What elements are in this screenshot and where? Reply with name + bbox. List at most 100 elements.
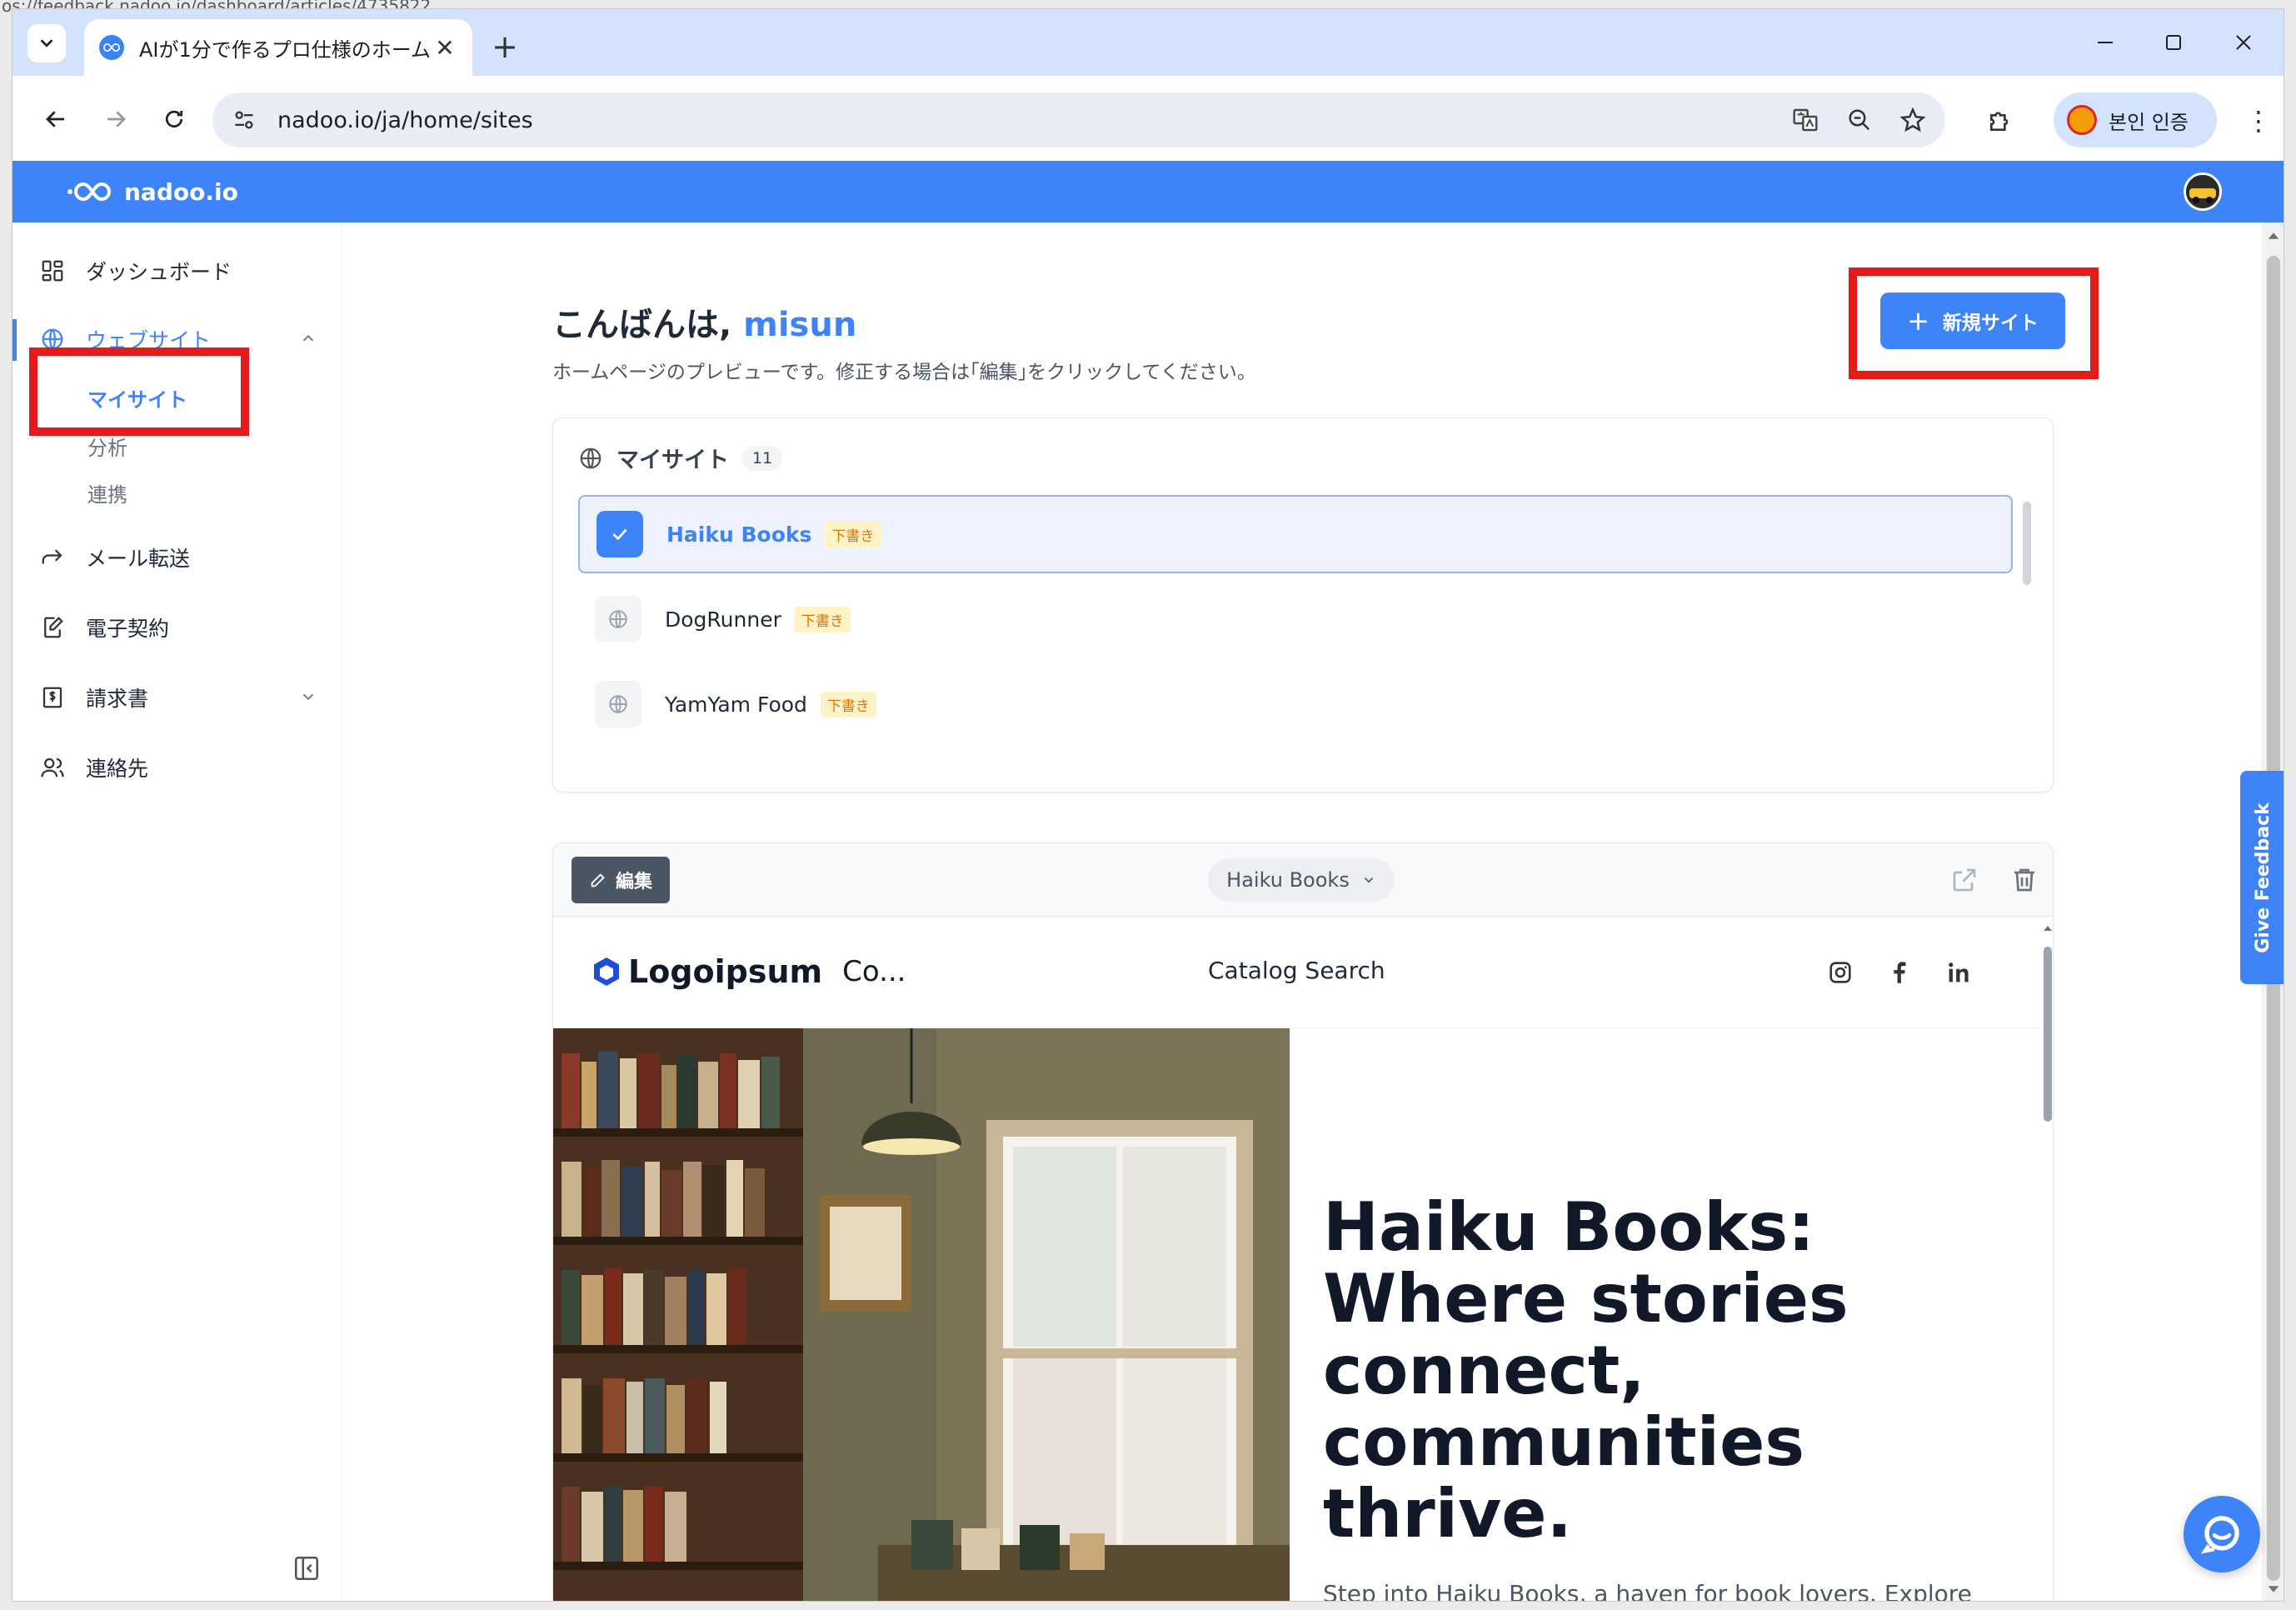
preview-scrollbar[interactable] — [2041, 917, 2054, 1601]
site-count-badge: 11 — [742, 445, 783, 471]
pencil-icon — [591, 873, 605, 888]
draft-badge: 下書き — [820, 691, 876, 718]
users-icon — [37, 752, 67, 782]
my-sites-card: マイサイト 11 Haiku Books 下書き DogRunner 下書き Y… — [552, 418, 2054, 792]
site-list-scrollbar[interactable] — [2023, 502, 2031, 585]
forward-button[interactable] — [92, 96, 139, 142]
scroll-up-arrow-icon[interactable] — [2265, 228, 2282, 244]
chat-button[interactable] — [2184, 1496, 2260, 1572]
document-edit-icon — [37, 612, 67, 642]
give-feedback-tab[interactable]: Give Feedback — [2240, 771, 2284, 984]
globe-icon — [595, 681, 641, 728]
logoipsum-mark-icon — [594, 958, 619, 986]
invoice-icon — [37, 682, 67, 712]
sidebar-item-label: 請求書 — [86, 687, 149, 711]
chevron-down-icon — [1364, 878, 1373, 883]
sidebar-item-mail-forwarding[interactable]: メール転送 — [12, 531, 342, 584]
hero-text: Step into Haiku Books, a haven for book … — [1323, 1580, 1972, 1602]
page-subtitle: ホームページのプレビューです。修正する場合は｢編集｣をクリックしてください。 — [552, 362, 1256, 383]
url-text[interactable]: nadoo.io/ja/home/sites — [277, 108, 1764, 133]
collapse-sidebar-icon[interactable] — [292, 1554, 321, 1582]
site-row-dogrunner[interactable]: DogRunner 下書き — [578, 580, 2013, 658]
new-tab-button[interactable]: + — [484, 26, 526, 68]
sidebar-item-label: 電子契約 — [86, 617, 170, 641]
sidebar-item-dashboard[interactable]: ダッシュボード — [12, 244, 342, 298]
forward-arrow-icon — [37, 542, 67, 572]
site-name: DogRunner — [665, 607, 781, 632]
plus-icon: + — [1907, 305, 1929, 337]
logo-text: Logoipsum — [628, 953, 823, 990]
preview-scroll-thumb[interactable] — [2044, 947, 2052, 1122]
tab-search-button[interactable] — [27, 24, 66, 62]
nav-link-catalog-search[interactable]: Catalog Search — [1208, 957, 1385, 984]
brand-logo[interactable]: nadoo.io — [67, 161, 238, 222]
draft-badge: 下書き — [794, 606, 851, 632]
close-tab-icon[interactable]: ✕ — [432, 34, 457, 62]
browser-menu-button[interactable]: ⋮ — [2242, 98, 2275, 144]
chat-bubble-icon — [2200, 1516, 2239, 1554]
sidebar: ダッシュボード ウェブサイト マイサイト 分析 連携 メール転送 電子契約 請求… — [12, 222, 342, 1601]
close-window-button[interactable] — [2202, 21, 2284, 64]
site-row-yamyam-food[interactable]: YamYam Food 下書き — [578, 665, 2013, 743]
site-row-haiku-books[interactable]: Haiku Books 下書き — [578, 495, 2013, 573]
draft-badge: 下書き — [825, 521, 881, 548]
linkedin-icon[interactable] — [1944, 958, 1973, 987]
scroll-up-arrow-icon[interactable] — [2041, 922, 2054, 935]
nadoo-logo-icon — [67, 182, 111, 202]
site-selector-dropdown[interactable]: Haiku Books — [1208, 858, 1395, 902]
sidebar-item-e-contract[interactable]: 電子契約 — [12, 601, 342, 654]
globe-icon — [595, 596, 641, 642]
puzzle-icon — [1990, 112, 2009, 131]
main-content: こんばんは, misun ホームページのプレビューです。修正する場合は｢編集｣を… — [342, 222, 2262, 1602]
nadoo-favicon-icon — [99, 35, 124, 60]
trash-icon[interactable] — [2009, 865, 2039, 895]
avatar-image-icon — [2186, 175, 2219, 208]
site-settings-icon[interactable] — [232, 108, 256, 132]
sidebar-item-contacts[interactable]: 連絡先 — [12, 741, 342, 794]
site-preview-panel: 編集 Haiku Books Logoipsum Co... Catalog S… — [552, 842, 2054, 1602]
tab-title: AIが1分で作るプロ仕様のホーム — [139, 38, 432, 62]
card-header: マイサイト 11 — [578, 442, 783, 474]
profile-button[interactable]: 본인 인증 — [2054, 92, 2217, 148]
address-bar[interactable]: nadoo.io/ja/home/sites — [212, 92, 1945, 148]
external-link-icon[interactable] — [1949, 865, 1979, 895]
zoom-icon[interactable] — [1847, 108, 1872, 132]
browser-window: AIが1分で作るプロ仕様のホーム ✕ + nadoo.io/ja/home/si… — [12, 8, 2284, 1602]
new-site-button[interactable]: + 新規サイト — [1880, 292, 2065, 349]
browser-tab[interactable]: AIが1分で作るプロ仕様のホーム ✕ — [84, 19, 472, 76]
chevron-up-icon[interactable] — [299, 329, 317, 348]
site-logo[interactable]: Logoipsum Co... — [590, 953, 906, 990]
card-title: マイサイト — [616, 448, 729, 473]
new-site-label: 新規サイト — [1942, 312, 2039, 334]
sidebar-item-invoices[interactable]: 請求書 — [12, 671, 342, 724]
sidebar-subitem-integrations[interactable]: 連携 — [87, 471, 127, 514]
arrow-right-icon — [107, 111, 126, 128]
translate-icon[interactable] — [1792, 107, 1819, 133]
edit-label: 編集 — [615, 872, 652, 892]
check-icon — [596, 511, 643, 558]
profile-avatar — [2067, 105, 2097, 135]
minimize-icon — [2098, 42, 2113, 43]
reload-button[interactable] — [151, 96, 197, 142]
back-button[interactable] — [32, 96, 79, 142]
feedback-label: Give Feedback — [2252, 802, 2274, 953]
user-avatar[interactable] — [2184, 172, 2222, 211]
sidebar-subitem-analytics[interactable]: 分析 — [87, 424, 127, 468]
site-preview-frame: Logoipsum Co... Catalog Search Haiku Boo… — [553, 917, 2041, 1602]
bookmark-star-icon[interactable] — [1900, 108, 1925, 132]
arrow-left-icon — [46, 111, 64, 128]
sidebar-item-label: メール転送 — [86, 547, 191, 571]
hero-title: Haiku Books: Where stories connect, comm… — [1323, 1188, 1849, 1552]
scroll-down-arrow-icon[interactable] — [2265, 1581, 2282, 1598]
chevron-down-icon[interactable] — [299, 688, 317, 706]
instagram-icon[interactable] — [1826, 958, 1854, 987]
chevron-down-icon — [40, 39, 53, 48]
edit-button[interactable]: 編集 — [572, 857, 670, 903]
reload-icon — [165, 110, 183, 128]
extensions-button[interactable] — [1977, 98, 2024, 144]
facebook-icon[interactable] — [1884, 958, 1913, 987]
globe-icon — [580, 448, 601, 468]
highlight-box-my-sites — [29, 348, 249, 436]
hero-bookstore-image — [553, 1028, 1290, 1601]
preview-toolbar: 編集 Haiku Books — [553, 843, 2053, 917]
